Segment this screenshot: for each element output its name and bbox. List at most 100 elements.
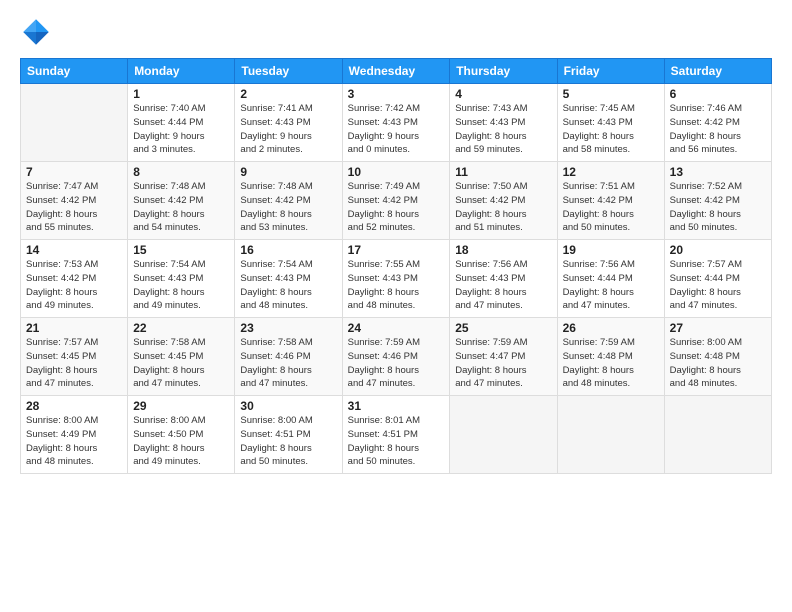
calendar-header-wednesday: Wednesday: [342, 59, 450, 84]
day-number: 1: [133, 87, 229, 101]
day-number: 10: [348, 165, 445, 179]
calendar-week-0: 1Sunrise: 7:40 AM Sunset: 4:44 PM Daylig…: [21, 84, 772, 162]
day-info: Sunrise: 8:00 AM Sunset: 4:48 PM Dayligh…: [670, 336, 766, 391]
calendar-header-tuesday: Tuesday: [235, 59, 342, 84]
calendar-header-row: SundayMondayTuesdayWednesdayThursdayFrid…: [21, 59, 772, 84]
day-info: Sunrise: 7:47 AM Sunset: 4:42 PM Dayligh…: [26, 180, 122, 235]
day-number: 25: [455, 321, 551, 335]
calendar-cell: 16Sunrise: 7:54 AM Sunset: 4:43 PM Dayli…: [235, 240, 342, 318]
day-info: Sunrise: 7:43 AM Sunset: 4:43 PM Dayligh…: [455, 102, 551, 157]
calendar-cell: 8Sunrise: 7:48 AM Sunset: 4:42 PM Daylig…: [128, 162, 235, 240]
day-info: Sunrise: 7:55 AM Sunset: 4:43 PM Dayligh…: [348, 258, 445, 313]
day-info: Sunrise: 8:00 AM Sunset: 4:50 PM Dayligh…: [133, 414, 229, 469]
day-info: Sunrise: 7:59 AM Sunset: 4:47 PM Dayligh…: [455, 336, 551, 391]
calendar-week-1: 7Sunrise: 7:47 AM Sunset: 4:42 PM Daylig…: [21, 162, 772, 240]
day-info: Sunrise: 7:41 AM Sunset: 4:43 PM Dayligh…: [240, 102, 336, 157]
day-info: Sunrise: 7:40 AM Sunset: 4:44 PM Dayligh…: [133, 102, 229, 157]
day-number: 29: [133, 399, 229, 413]
calendar-cell: [21, 84, 128, 162]
day-number: 11: [455, 165, 551, 179]
day-number: 18: [455, 243, 551, 257]
day-info: Sunrise: 7:56 AM Sunset: 4:43 PM Dayligh…: [455, 258, 551, 313]
day-number: 15: [133, 243, 229, 257]
day-number: 17: [348, 243, 445, 257]
day-info: Sunrise: 8:01 AM Sunset: 4:51 PM Dayligh…: [348, 414, 445, 469]
day-info: Sunrise: 7:48 AM Sunset: 4:42 PM Dayligh…: [240, 180, 336, 235]
day-number: 12: [563, 165, 659, 179]
calendar-cell: 27Sunrise: 8:00 AM Sunset: 4:48 PM Dayli…: [664, 318, 771, 396]
day-info: Sunrise: 7:53 AM Sunset: 4:42 PM Dayligh…: [26, 258, 122, 313]
day-number: 9: [240, 165, 336, 179]
calendar-cell: 18Sunrise: 7:56 AM Sunset: 4:43 PM Dayli…: [450, 240, 557, 318]
day-number: 8: [133, 165, 229, 179]
calendar-header-friday: Friday: [557, 59, 664, 84]
day-number: 27: [670, 321, 766, 335]
calendar-cell: 24Sunrise: 7:59 AM Sunset: 4:46 PM Dayli…: [342, 318, 450, 396]
day-info: Sunrise: 8:00 AM Sunset: 4:51 PM Dayligh…: [240, 414, 336, 469]
calendar-header-saturday: Saturday: [664, 59, 771, 84]
day-info: Sunrise: 7:50 AM Sunset: 4:42 PM Dayligh…: [455, 180, 551, 235]
calendar-cell: 28Sunrise: 8:00 AM Sunset: 4:49 PM Dayli…: [21, 396, 128, 474]
day-number: 5: [563, 87, 659, 101]
calendar-cell: 31Sunrise: 8:01 AM Sunset: 4:51 PM Dayli…: [342, 396, 450, 474]
calendar-cell: [450, 396, 557, 474]
calendar-cell: 11Sunrise: 7:50 AM Sunset: 4:42 PM Dayli…: [450, 162, 557, 240]
day-number: 14: [26, 243, 122, 257]
calendar-cell: 30Sunrise: 8:00 AM Sunset: 4:51 PM Dayli…: [235, 396, 342, 474]
day-number: 20: [670, 243, 766, 257]
day-info: Sunrise: 7:57 AM Sunset: 4:45 PM Dayligh…: [26, 336, 122, 391]
day-info: Sunrise: 7:59 AM Sunset: 4:48 PM Dayligh…: [563, 336, 659, 391]
day-info: Sunrise: 7:59 AM Sunset: 4:46 PM Dayligh…: [348, 336, 445, 391]
day-number: 3: [348, 87, 445, 101]
calendar-cell: 6Sunrise: 7:46 AM Sunset: 4:42 PM Daylig…: [664, 84, 771, 162]
calendar-cell: 14Sunrise: 7:53 AM Sunset: 4:42 PM Dayli…: [21, 240, 128, 318]
day-number: 4: [455, 87, 551, 101]
day-info: Sunrise: 7:51 AM Sunset: 4:42 PM Dayligh…: [563, 180, 659, 235]
day-info: Sunrise: 7:54 AM Sunset: 4:43 PM Dayligh…: [240, 258, 336, 313]
day-number: 6: [670, 87, 766, 101]
day-number: 31: [348, 399, 445, 413]
day-info: Sunrise: 7:57 AM Sunset: 4:44 PM Dayligh…: [670, 258, 766, 313]
day-info: Sunrise: 7:48 AM Sunset: 4:42 PM Dayligh…: [133, 180, 229, 235]
calendar-week-4: 28Sunrise: 8:00 AM Sunset: 4:49 PM Dayli…: [21, 396, 772, 474]
calendar-cell: 17Sunrise: 7:55 AM Sunset: 4:43 PM Dayli…: [342, 240, 450, 318]
day-number: 26: [563, 321, 659, 335]
calendar-cell: 2Sunrise: 7:41 AM Sunset: 4:43 PM Daylig…: [235, 84, 342, 162]
calendar-cell: 12Sunrise: 7:51 AM Sunset: 4:42 PM Dayli…: [557, 162, 664, 240]
calendar-cell: 7Sunrise: 7:47 AM Sunset: 4:42 PM Daylig…: [21, 162, 128, 240]
calendar-cell: [664, 396, 771, 474]
calendar-cell: 21Sunrise: 7:57 AM Sunset: 4:45 PM Dayli…: [21, 318, 128, 396]
logo-icon: [20, 16, 52, 48]
day-number: 13: [670, 165, 766, 179]
day-info: Sunrise: 7:58 AM Sunset: 4:46 PM Dayligh…: [240, 336, 336, 391]
calendar-week-3: 21Sunrise: 7:57 AM Sunset: 4:45 PM Dayli…: [21, 318, 772, 396]
calendar-header-sunday: Sunday: [21, 59, 128, 84]
day-info: Sunrise: 7:42 AM Sunset: 4:43 PM Dayligh…: [348, 102, 445, 157]
day-number: 28: [26, 399, 122, 413]
day-info: Sunrise: 7:52 AM Sunset: 4:42 PM Dayligh…: [670, 180, 766, 235]
calendar-header-monday: Monday: [128, 59, 235, 84]
day-number: 23: [240, 321, 336, 335]
logo: [20, 16, 56, 48]
calendar-cell: 23Sunrise: 7:58 AM Sunset: 4:46 PM Dayli…: [235, 318, 342, 396]
day-number: 30: [240, 399, 336, 413]
calendar-cell: 25Sunrise: 7:59 AM Sunset: 4:47 PM Dayli…: [450, 318, 557, 396]
calendar: SundayMondayTuesdayWednesdayThursdayFrid…: [20, 58, 772, 474]
day-info: Sunrise: 7:54 AM Sunset: 4:43 PM Dayligh…: [133, 258, 229, 313]
day-info: Sunrise: 7:46 AM Sunset: 4:42 PM Dayligh…: [670, 102, 766, 157]
calendar-week-2: 14Sunrise: 7:53 AM Sunset: 4:42 PM Dayli…: [21, 240, 772, 318]
day-info: Sunrise: 8:00 AM Sunset: 4:49 PM Dayligh…: [26, 414, 122, 469]
calendar-cell: 9Sunrise: 7:48 AM Sunset: 4:42 PM Daylig…: [235, 162, 342, 240]
calendar-cell: 3Sunrise: 7:42 AM Sunset: 4:43 PM Daylig…: [342, 84, 450, 162]
day-info: Sunrise: 7:49 AM Sunset: 4:42 PM Dayligh…: [348, 180, 445, 235]
calendar-cell: 19Sunrise: 7:56 AM Sunset: 4:44 PM Dayli…: [557, 240, 664, 318]
calendar-cell: 10Sunrise: 7:49 AM Sunset: 4:42 PM Dayli…: [342, 162, 450, 240]
calendar-cell: 4Sunrise: 7:43 AM Sunset: 4:43 PM Daylig…: [450, 84, 557, 162]
calendar-cell: 13Sunrise: 7:52 AM Sunset: 4:42 PM Dayli…: [664, 162, 771, 240]
calendar-cell: 5Sunrise: 7:45 AM Sunset: 4:43 PM Daylig…: [557, 84, 664, 162]
day-number: 19: [563, 243, 659, 257]
calendar-cell: 20Sunrise: 7:57 AM Sunset: 4:44 PM Dayli…: [664, 240, 771, 318]
day-info: Sunrise: 7:58 AM Sunset: 4:45 PM Dayligh…: [133, 336, 229, 391]
day-number: 21: [26, 321, 122, 335]
calendar-cell: [557, 396, 664, 474]
